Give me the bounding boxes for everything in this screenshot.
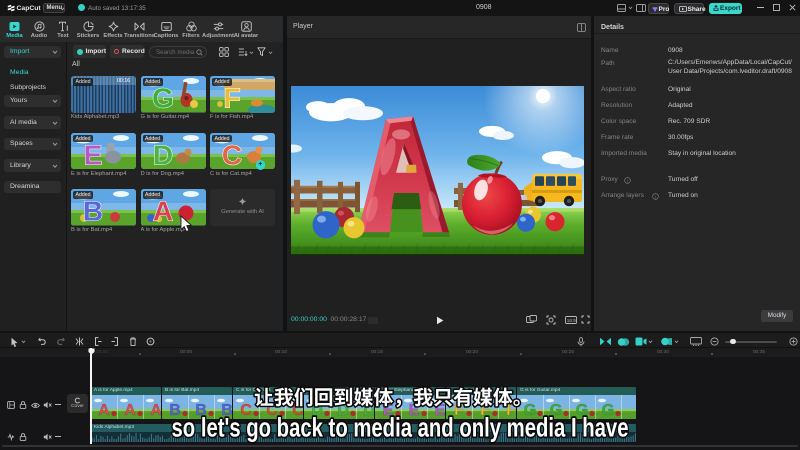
svg-text:A: A	[98, 402, 110, 419]
svg-text:D: D	[152, 139, 172, 169]
svg-text:B: B	[83, 196, 103, 226]
svg-text:i: i	[655, 194, 656, 199]
svg-text:E: E	[84, 139, 103, 169]
svg-text:F: F	[223, 83, 240, 113]
svg-text:16:9: 16:9	[567, 317, 576, 322]
svg-text:C: C	[222, 139, 242, 169]
svg-text:A: A	[124, 402, 136, 419]
svg-text:i: i	[627, 178, 628, 183]
svg-text:A: A	[152, 196, 172, 226]
svg-text:G: G	[152, 83, 174, 113]
svg-text:so let's go back to media and: so let's go back to media and only media…	[172, 412, 629, 442]
